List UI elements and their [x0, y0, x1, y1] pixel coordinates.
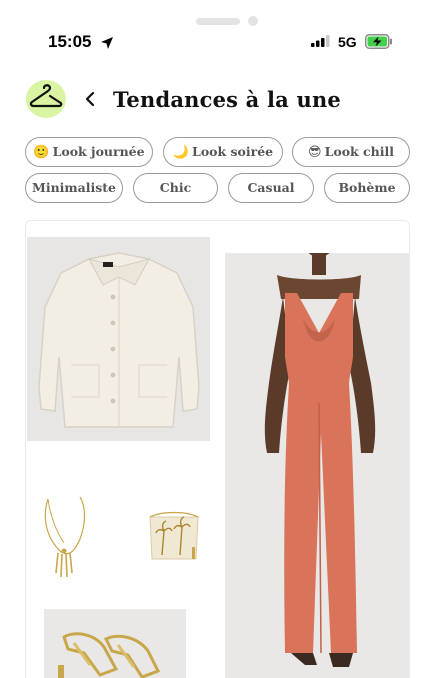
page-title: Tendances à la une: [113, 87, 341, 112]
network-type: 5G: [338, 34, 357, 50]
sandals-image[interactable]: [44, 609, 186, 678]
filter-chip-label: Look journée: [52, 144, 145, 159]
filter-chip-look-soiree[interactable]: 🌙 Look soirée: [163, 137, 283, 167]
filter-chip-look-chill[interactable]: 😎 Look chill: [292, 137, 410, 167]
smiley-icon: 🙂: [33, 145, 50, 160]
status-bar: 15:05 5G: [0, 30, 435, 56]
sheet-handle: [196, 18, 240, 25]
palm-bag-image[interactable]: [144, 507, 204, 567]
jumpsuit-illustration: [264, 233, 376, 667]
filter-chip-chic[interactable]: Chic: [133, 173, 218, 203]
camera-dot: [248, 16, 258, 26]
signal-bars-icon: [311, 35, 330, 47]
filter-chip-label: Look chill: [324, 144, 394, 159]
filter-chip-casual[interactable]: Casual: [228, 173, 314, 203]
location-arrow-icon: [101, 37, 113, 49]
sunglasses-icon: 😎: [308, 145, 322, 160]
back-chevron-icon[interactable]: [84, 89, 96, 109]
outfit-card[interactable]: [25, 220, 410, 678]
jacket-illustration: [38, 252, 200, 428]
sandals-illustration: [58, 632, 161, 678]
status-time: 15:05: [48, 32, 92, 51]
hanger-icon: [29, 84, 63, 108]
necklace-image[interactable]: [36, 493, 96, 583]
filter-chip-look-journee[interactable]: 🙂 Look journée: [25, 137, 153, 167]
filter-chip-boheme[interactable]: Bohème: [324, 173, 410, 203]
moon-icon: 🌙: [172, 145, 190, 160]
app-logo: [26, 80, 66, 118]
filter-chip-label: Look soirée: [192, 144, 274, 159]
filter-chip-minimaliste[interactable]: Minimaliste: [25, 173, 123, 203]
battery-charging-icon: [365, 34, 392, 49]
page-header: Tendances à la une: [0, 80, 435, 120]
jacket-image[interactable]: [27, 237, 210, 441]
jumpsuit-image[interactable]: [225, 233, 409, 678]
